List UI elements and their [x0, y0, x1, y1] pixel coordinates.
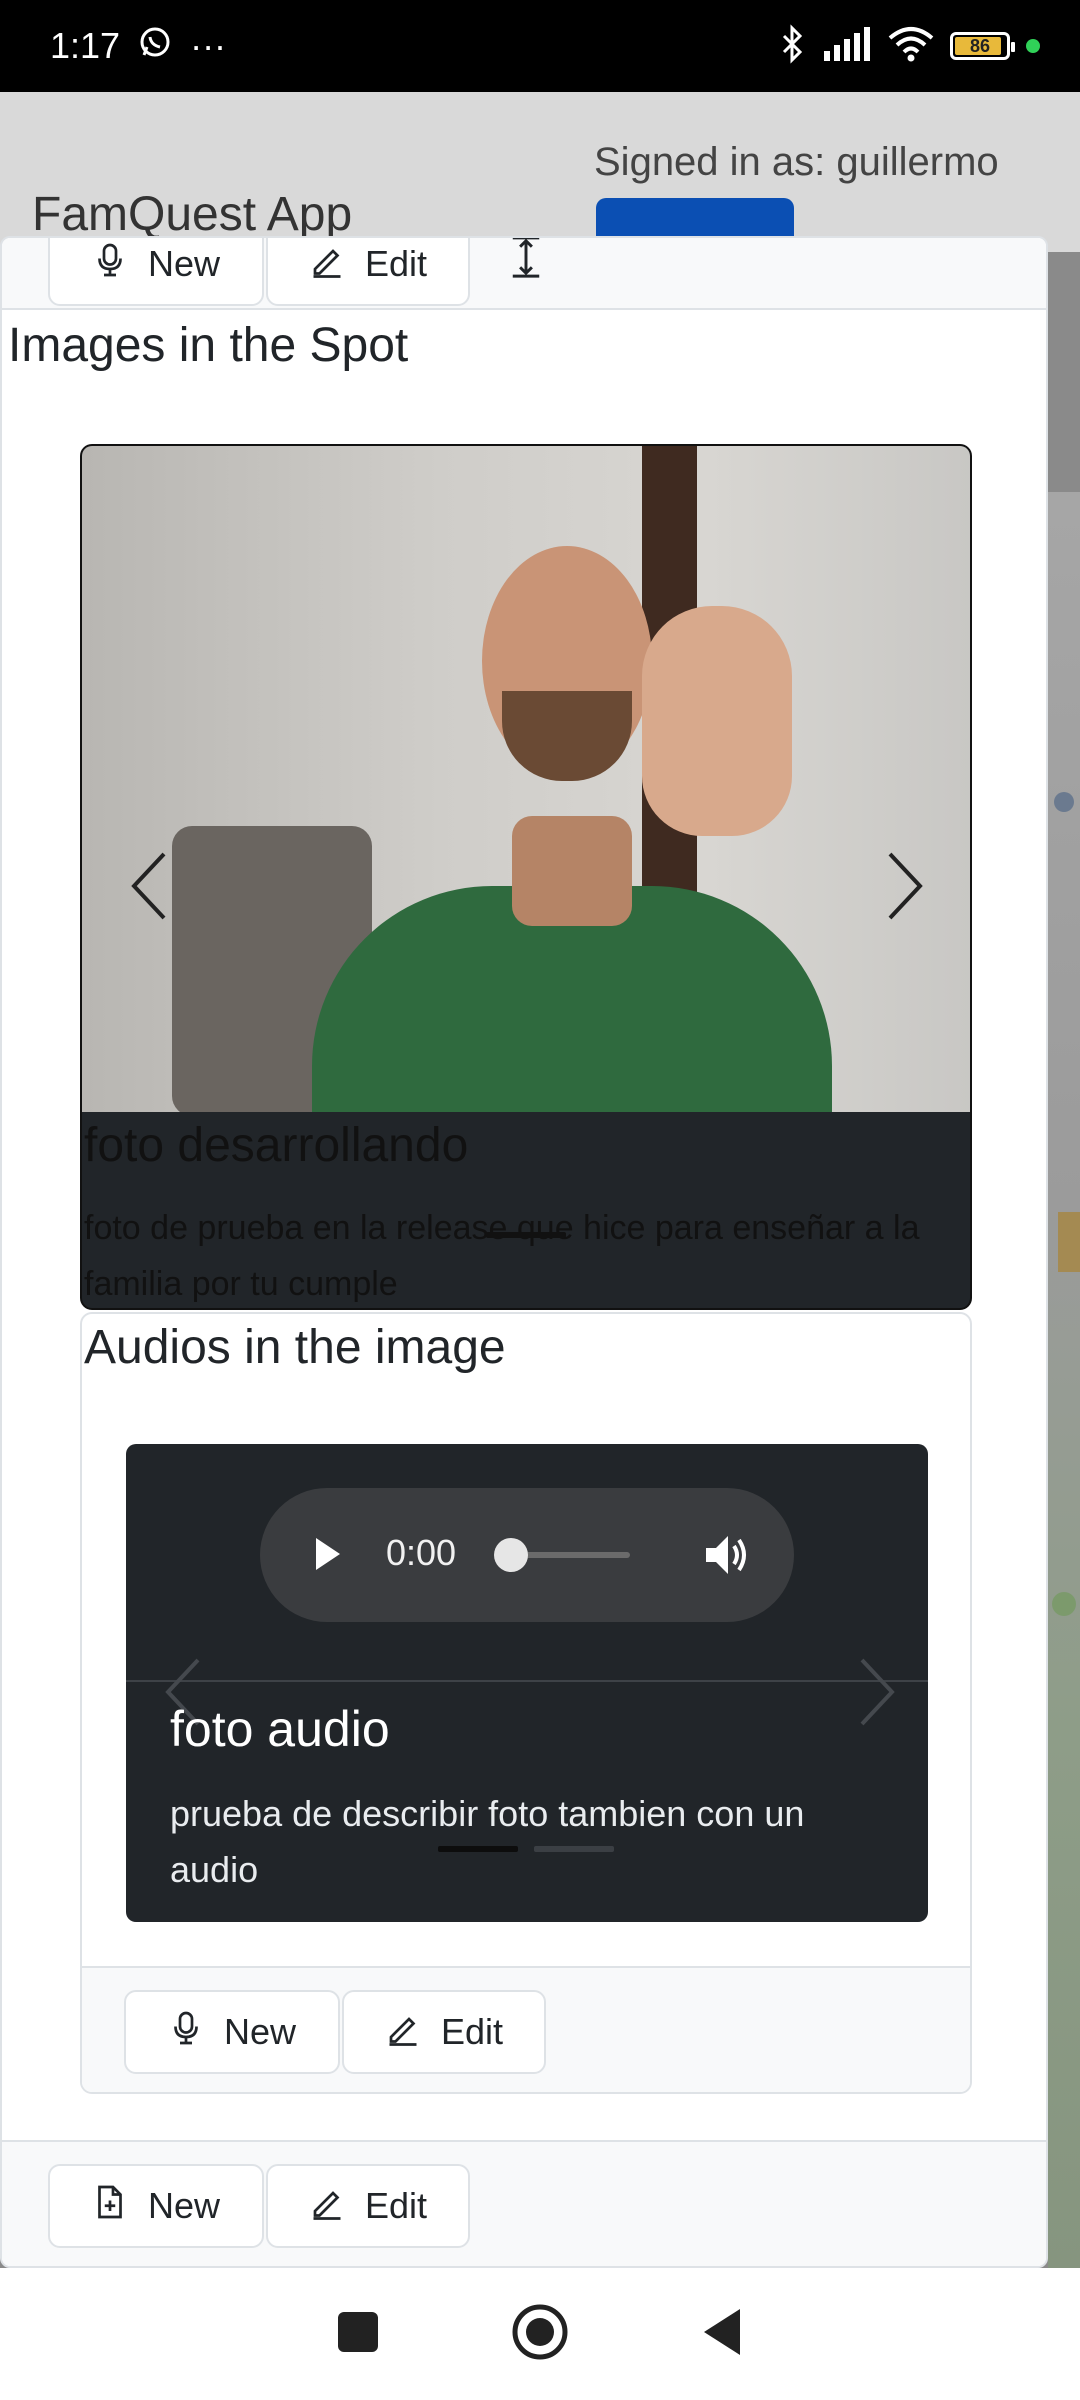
spot-photo [82, 446, 970, 1112]
audio-time: 0:00 [386, 1532, 457, 1573]
system-nav-bar [0, 2268, 1080, 2400]
volume-icon[interactable] [700, 1530, 750, 1585]
image-description: foto de prueba en la release que hice pa… [84, 1209, 920, 1303]
pencil-icon [385, 2010, 421, 2055]
play-icon[interactable] [312, 1534, 344, 1579]
wifi-icon [888, 26, 934, 67]
clock: 1:17 [50, 25, 121, 66]
battery-icon: 86 [950, 32, 1015, 60]
audios-section-title: Audios in the image [84, 1321, 506, 1374]
microphone-icon [92, 242, 128, 287]
signed-in-text: Signed in as: guillermo [594, 140, 999, 184]
microphone-icon [168, 2010, 204, 2055]
audio-footer: New Edit [82, 1966, 970, 2092]
audios-card: Audios in the image 0:00 foto audio prue… [80, 1312, 972, 2094]
audio-indicator-inactive[interactable] [534, 1846, 614, 1852]
image-carousel[interactable]: foto desarrollando foto de prueba en la … [80, 444, 972, 1310]
spot-panel: New Edit Images in the Spot foto desarro… [0, 236, 1048, 2268]
spot-footer-bottom: New Edit [2, 2140, 1046, 2266]
battery-level: 86 [969, 35, 991, 56]
carousel-next-icon[interactable] [872, 846, 932, 931]
more-notifications-icon: ··· [190, 25, 227, 66]
edit-image-button[interactable]: Edit [266, 2164, 470, 2248]
app-brand[interactable]: FamQuest App [32, 187, 352, 242]
edit-button-label: Edit [364, 243, 428, 284]
whatsapp-icon [138, 25, 172, 68]
expand-vertical-icon[interactable] [508, 238, 544, 287]
edit-button[interactable]: Edit [266, 238, 470, 306]
new-audio-button[interactable]: New [48, 238, 264, 306]
back-icon[interactable] [700, 2307, 744, 2362]
new-button-label: New [147, 2185, 221, 2226]
images-section-title: Images in the Spot [8, 319, 409, 372]
audio-player[interactable]: 0:00 [260, 1488, 794, 1622]
audio-carousel-next-icon[interactable] [844, 1652, 904, 1737]
pencil-icon [309, 2184, 345, 2229]
carousel-indicator-active[interactable] [486, 1232, 566, 1238]
home-icon[interactable] [510, 2302, 570, 2367]
bluetooth-icon [780, 23, 806, 69]
audio-title: foto audio [170, 1701, 390, 1757]
app-header: Signed in as: guillermo FamQuest App [0, 92, 1080, 258]
image-caption: foto desarrollando foto de prueba en la … [82, 1112, 970, 1308]
recents-icon[interactable] [336, 2310, 380, 2359]
image-title: foto desarrollando [84, 1119, 469, 1172]
carousel-prev-icon[interactable] [122, 846, 182, 931]
pencil-icon [309, 242, 345, 287]
edit-audio-button[interactable]: Edit [342, 1990, 546, 2074]
signal-icon [822, 26, 872, 66]
new-audio-button[interactable]: New [124, 1990, 340, 2074]
privacy-indicator [1026, 39, 1040, 53]
audio-progress-knob[interactable] [494, 1538, 528, 1572]
audio-carousel[interactable]: 0:00 foto audio prueba de describir foto… [126, 1444, 928, 1922]
new-button-label: New [147, 243, 221, 284]
map[interactable] [1048, 492, 1080, 2268]
audio-divider [126, 1680, 928, 1682]
edit-button-label: Edit [364, 2185, 428, 2226]
edit-button-label: Edit [440, 2011, 504, 2052]
audio-description: prueba de describir foto tambien con un … [170, 1793, 805, 1890]
new-image-button[interactable]: New [48, 2164, 264, 2248]
file-plus-icon [92, 2184, 128, 2229]
new-button-label: New [223, 2011, 297, 2052]
spot-footer-top: New Edit [2, 238, 1046, 310]
audio-indicator-active[interactable] [438, 1846, 518, 1852]
status-bar: 1:17 ··· 86 [0, 0, 1080, 92]
